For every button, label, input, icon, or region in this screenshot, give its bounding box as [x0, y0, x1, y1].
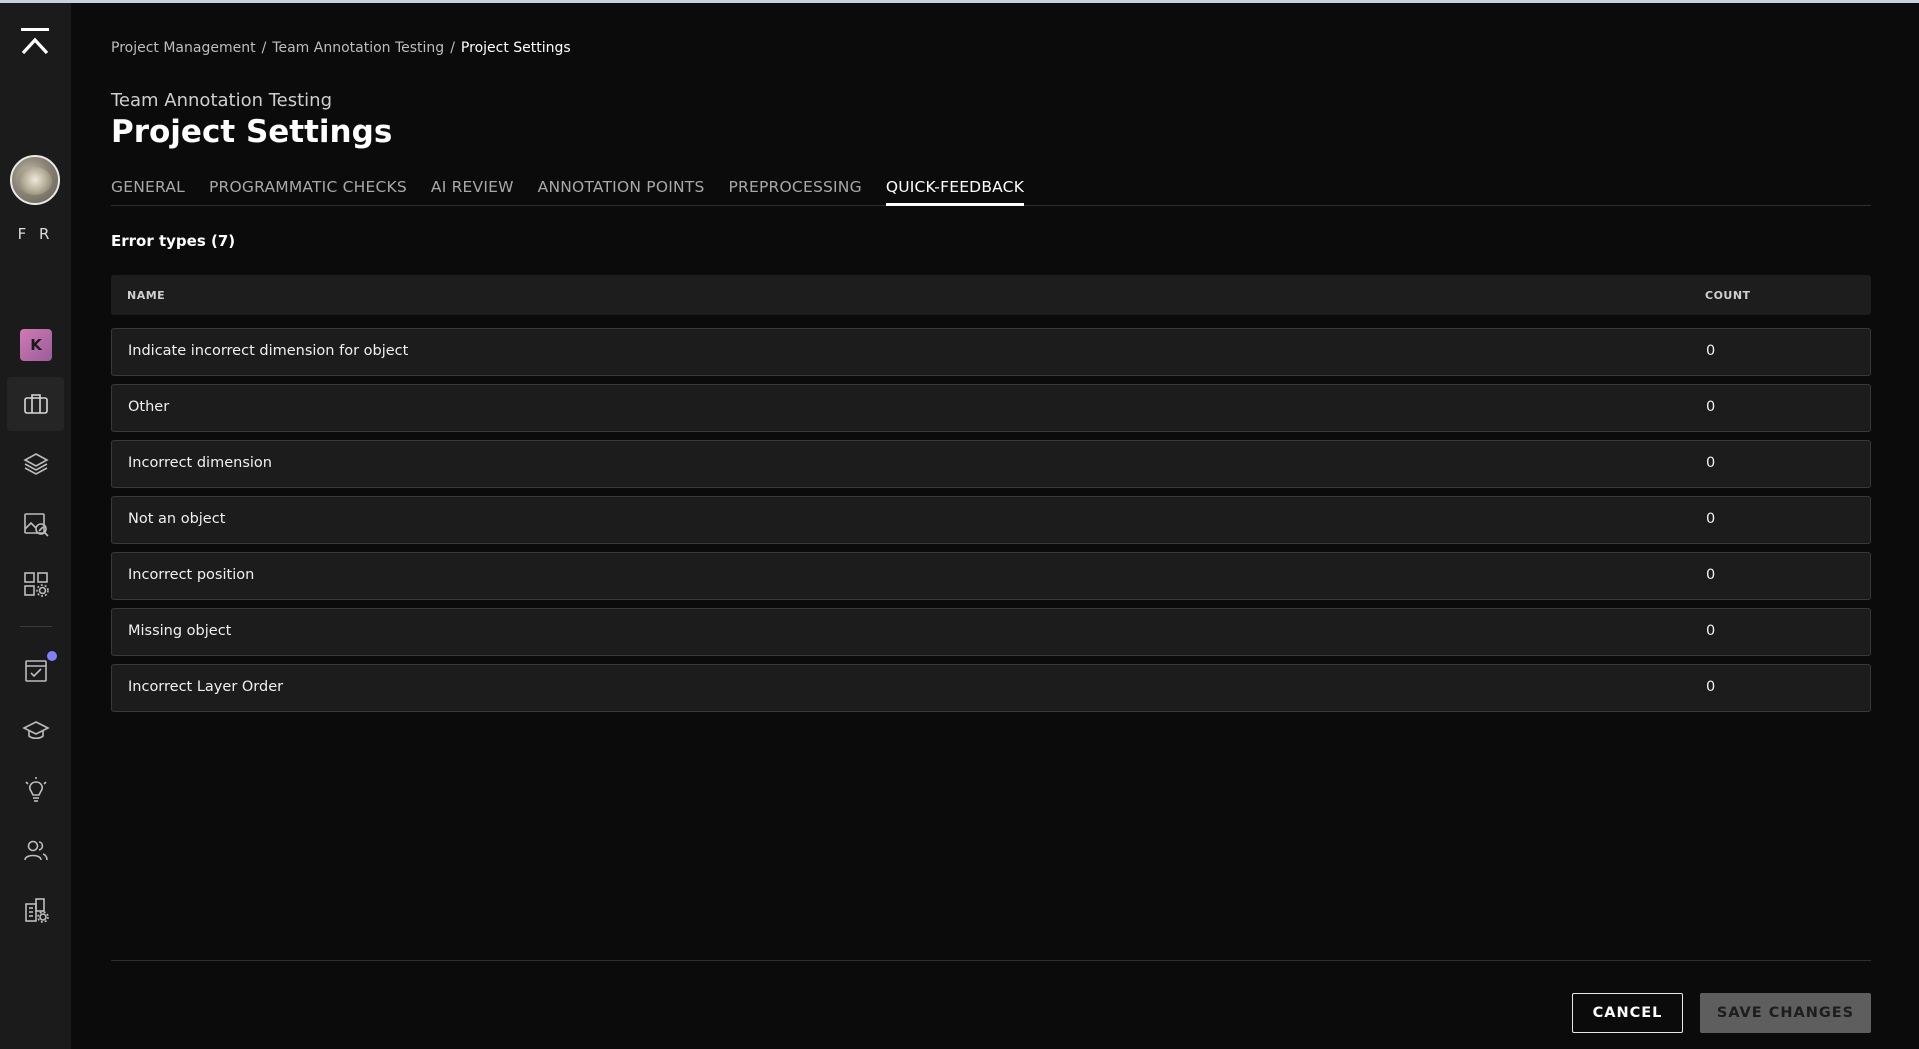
- save-changes-button[interactable]: SAVE CHANGES: [1700, 993, 1871, 1033]
- column-header-name: NAME: [127, 289, 166, 302]
- table-row[interactable]: Incorrect Layer Order 0: [111, 664, 1871, 712]
- breadcrumb-separator: /: [261, 40, 267, 56]
- nav-projects[interactable]: [7, 377, 64, 431]
- task-check-icon: [24, 660, 47, 682]
- table-row[interactable]: Indicate incorrect dimension for object …: [111, 328, 1871, 376]
- graduation-cap-icon: [21, 721, 50, 740]
- project-name: Team Annotation Testing: [111, 90, 333, 111]
- settings-tabs: GENERAL PROGRAMMATIC CHECKS AI REVIEW AN…: [111, 178, 1871, 206]
- apps-settings-icon: [23, 572, 49, 597]
- nav-apps[interactable]: [7, 557, 64, 611]
- nav-image-review[interactable]: [7, 497, 64, 551]
- footer-divider: [111, 960, 1871, 961]
- cancel-button[interactable]: CANCEL: [1572, 993, 1683, 1033]
- table-row[interactable]: Missing object 0: [111, 608, 1871, 656]
- table-row[interactable]: Incorrect position 0: [111, 552, 1871, 600]
- breadcrumb-current: Project Settings: [460, 40, 571, 56]
- avatar-image: [18, 167, 52, 195]
- nav-insights[interactable]: [7, 763, 64, 817]
- tab-ai-review[interactable]: AI REVIEW: [431, 178, 514, 206]
- table-header: NAME COUNT: [111, 275, 1871, 315]
- breadcrumb-project-management[interactable]: Project Management: [111, 40, 256, 56]
- tab-quick-feedback[interactable]: QUICK-FEEDBACK: [885, 178, 1025, 206]
- page-title: Project Settings: [111, 114, 393, 150]
- sidebar-divider: [20, 626, 52, 627]
- building-settings-icon: [24, 898, 49, 923]
- error-type-count: 0: [1706, 679, 1716, 695]
- notification-dot: [47, 651, 57, 661]
- error-type-count: 0: [1706, 511, 1716, 527]
- table-row[interactable]: Other 0: [111, 384, 1871, 432]
- workspace-badge[interactable]: K: [20, 329, 52, 361]
- image-search-icon: [23, 513, 49, 537]
- error-type-count: 0: [1706, 623, 1716, 639]
- tab-preprocessing[interactable]: PREPROCESSING: [729, 178, 862, 206]
- breadcrumb-separator: /: [450, 40, 455, 56]
- app-logo-icon[interactable]: [20, 27, 50, 57]
- table-row[interactable]: Incorrect dimension 0: [111, 440, 1871, 488]
- error-type-name: Indicate incorrect dimension for object: [128, 343, 409, 359]
- error-type-name: Incorrect position: [128, 567, 255, 583]
- breadcrumb-team-annotation-testing[interactable]: Team Annotation Testing: [272, 40, 444, 56]
- error-types-list: Indicate incorrect dimension for object …: [111, 328, 1871, 720]
- user-initials: F R: [17, 225, 54, 243]
- nav-training[interactable]: [7, 703, 64, 757]
- error-type-name: Incorrect Layer Order: [128, 679, 284, 695]
- layers-icon: [22, 453, 49, 475]
- sidebar: F R K: [0, 3, 71, 1049]
- table-row[interactable]: Not an object 0: [111, 496, 1871, 544]
- error-type-count: 0: [1706, 455, 1716, 471]
- nav-organization[interactable]: [7, 883, 64, 937]
- error-type-count: 0: [1706, 399, 1716, 415]
- nav-team[interactable]: [7, 823, 64, 877]
- error-type-name: Incorrect dimension: [128, 455, 272, 471]
- tab-general[interactable]: GENERAL: [111, 178, 185, 206]
- briefcase-icon: [23, 394, 48, 414]
- error-type-count: 0: [1706, 567, 1716, 583]
- lightbulb-icon: [24, 777, 47, 802]
- tab-annotation-points[interactable]: ANNOTATION POINTS: [538, 178, 705, 206]
- nav-tasks[interactable]: [7, 643, 64, 697]
- main-content: Project Management / Team Annotation Testi…: [111, 0, 1871, 1049]
- nav-datasets[interactable]: [7, 437, 64, 491]
- error-types-title: Error types (7): [111, 232, 236, 250]
- column-header-count: COUNT: [1705, 289, 1751, 302]
- breadcrumb: Project Management / Team Annotation Testi…: [111, 40, 571, 56]
- error-type-name: Missing object: [128, 623, 232, 639]
- tab-programmatic-checks[interactable]: PROGRAMMATIC CHECKS: [209, 178, 407, 206]
- users-icon: [23, 840, 48, 861]
- avatar[interactable]: [10, 155, 60, 205]
- error-type-name: Other: [128, 399, 170, 415]
- error-type-count: 0: [1706, 343, 1716, 359]
- error-type-name: Not an object: [128, 511, 226, 527]
